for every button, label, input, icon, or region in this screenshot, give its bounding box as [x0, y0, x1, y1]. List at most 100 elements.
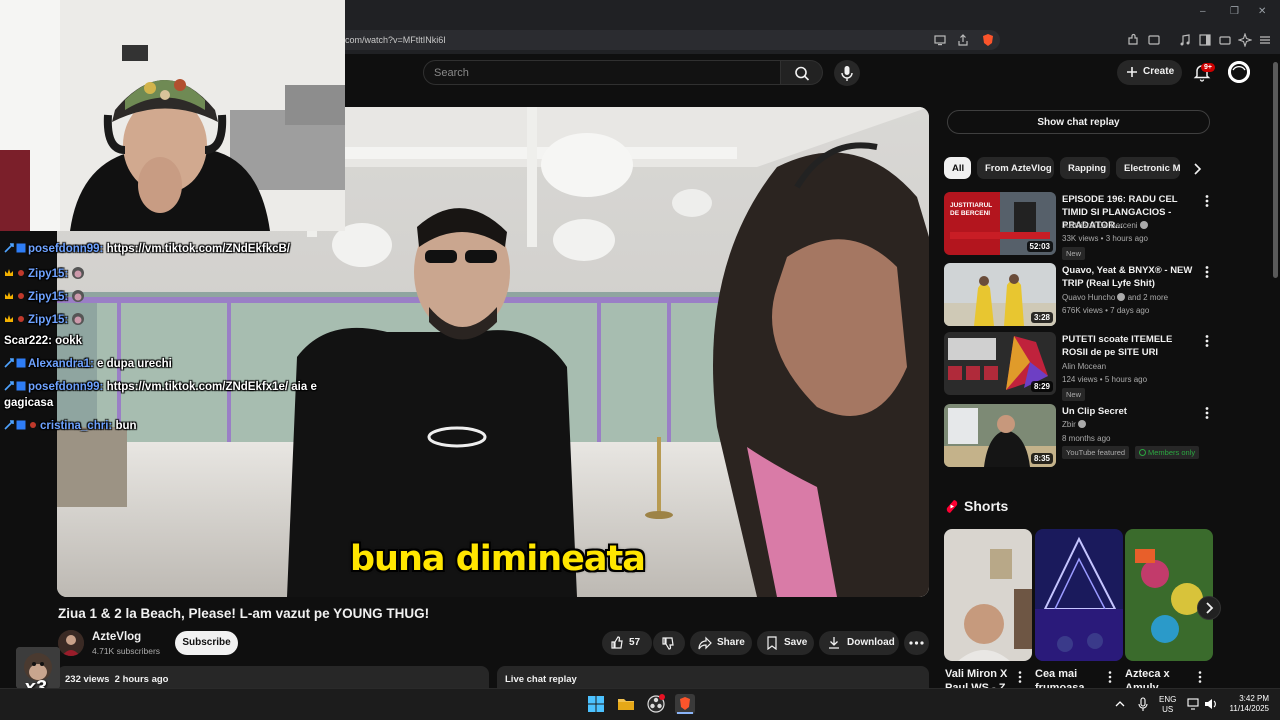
more-vertical-icon[interactable] — [1202, 265, 1212, 279]
more-actions-button[interactable] — [904, 631, 929, 655]
recommendation-item[interactable]: 8:35 Un Clip Secret Zbir 8 months ago Yo… — [944, 404, 1214, 468]
wallet-icon[interactable] — [1147, 33, 1161, 47]
recommendation-item[interactable]: JUSTITIARUL DE BERCENI 52:03 EPISODE 196… — [944, 192, 1214, 260]
account-avatar[interactable] — [1228, 61, 1250, 83]
recommendation-channel[interactable]: Zbir — [1062, 420, 1086, 429]
restore-button[interactable]: ❐ — [1230, 6, 1239, 17]
recommendation-channel[interactable]: Justitiarul De Berceni — [1062, 221, 1148, 230]
network-icon[interactable] — [1186, 694, 1200, 714]
volume-icon[interactable] — [1203, 694, 1217, 714]
address-bar[interactable]: com/watch?v=MFtltINki6I — [335, 30, 1000, 50]
taskbar — [0, 688, 1280, 720]
short-title[interactable]: Cea mai frumoasa — [1035, 667, 1107, 689]
chat-username: Alexandra1: — [28, 358, 94, 370]
recommendation-title[interactable]: PUTETI scoate ITEMELE ROSII de pe SITE U… — [1062, 333, 1200, 359]
chat-line: Alexandra1: e dupa urechi — [4, 358, 172, 370]
chat-username: posefdonn99: — [28, 381, 104, 393]
chat-username: Zipy15: — [28, 314, 69, 326]
recommendation-item[interactable]: 8:29 PUTETI scoate ITEMELE ROSII de pe S… — [944, 332, 1214, 401]
chat-line: Scar222: ookk — [4, 335, 82, 347]
wallet-2-icon[interactable] — [1218, 33, 1232, 47]
video-thumbnail[interactable]: 3:28 — [944, 263, 1056, 326]
monkey-emote-icon — [72, 267, 85, 279]
chevron-right-icon[interactable] — [1190, 162, 1204, 176]
recommendation-title[interactable]: Quavo, Yeat & BNYX® - NEW TRIP (Real Lyf… — [1062, 264, 1200, 290]
subscriber-count: 4.71K subscribers — [92, 646, 161, 656]
download-button[interactable]: Download — [819, 631, 899, 655]
like-button[interactable]: 57 — [602, 631, 652, 655]
crown-badge-icon — [5, 292, 13, 299]
microphone-tray-icon[interactable] — [1136, 694, 1150, 714]
short-item[interactable] — [1125, 529, 1213, 661]
extensions-icon[interactable] — [1126, 33, 1140, 47]
clock-time: 3:42 PM — [1239, 694, 1269, 703]
chip-all[interactable]: All — [944, 157, 971, 179]
chat-line: posefdonn99: https://vm.tiktok.com/ZNdEk… — [4, 381, 317, 393]
close-window-button[interactable]: ✕ — [1258, 6, 1266, 17]
video-title: Ziua 1 & 2 la Beach, Please! L-am vazut … — [58, 606, 430, 621]
chevron-up-icon[interactable] — [1113, 694, 1127, 714]
brave-browser-icon[interactable] — [675, 694, 695, 714]
sidebar-toggle-icon[interactable] — [1198, 33, 1212, 47]
minimize-button[interactable]: – — [1200, 6, 1206, 17]
channel-avatar[interactable] — [58, 630, 84, 656]
share-page-icon[interactable] — [956, 33, 970, 47]
search-placeholder: Search — [434, 67, 469, 79]
new-badge: New — [1062, 247, 1086, 260]
windows-start-icon[interactable] — [586, 694, 606, 714]
short-item[interactable] — [1035, 529, 1123, 661]
search-button[interactable] — [781, 60, 823, 85]
menu-icon[interactable] — [1258, 33, 1272, 47]
more-vertical-icon[interactable] — [1016, 670, 1024, 684]
subscribe-button[interactable]: Subscribe — [175, 631, 238, 655]
short-title[interactable]: Azteca x Amuly — [1125, 667, 1197, 689]
recommendation-channel[interactable]: Alin Mocean — [1062, 362, 1106, 371]
chat-line: Zipy15: — [4, 289, 87, 303]
video-thumbnail[interactable]: 8:35 — [944, 404, 1056, 467]
recommendation-channel[interactable]: Quavo Huncho and 2 more — [1062, 293, 1168, 302]
more-vertical-icon[interactable] — [1202, 334, 1212, 348]
save-button[interactable]: Save — [757, 631, 814, 655]
video-thumbnail[interactable]: JUSTITIARUL DE BERCENI 52:03 — [944, 192, 1056, 255]
channel-name[interactable]: AzteVlog — [92, 631, 141, 643]
share-button[interactable]: Share — [690, 631, 752, 655]
file-explorer-icon[interactable] — [616, 694, 636, 714]
more-vertical-icon[interactable] — [1202, 194, 1212, 208]
chip-rapping[interactable]: Rapping — [1060, 157, 1110, 179]
rose-badge-icon — [18, 293, 24, 299]
channel-avatar-image — [58, 630, 84, 656]
more-vertical-icon[interactable] — [1196, 670, 1204, 684]
music-icon[interactable] — [1178, 33, 1192, 47]
sword-badge-icon — [4, 420, 14, 430]
more-vertical-icon[interactable] — [1106, 670, 1114, 684]
short-item[interactable] — [944, 529, 1032, 661]
system-clock[interactable]: 3:42 PM 11/14/2025 — [1225, 694, 1269, 714]
search-input[interactable]: Search — [423, 60, 781, 85]
show-chat-replay-button[interactable]: Show chat replay — [947, 110, 1210, 134]
language-indicator[interactable]: ENG US — [1159, 695, 1176, 715]
recommendation-item[interactable]: 3:28 Quavo, Yeat & BNYX® - NEW TRIP (Rea… — [944, 263, 1214, 327]
bookmark-icon — [767, 636, 777, 650]
more-vertical-icon[interactable] — [1202, 406, 1212, 420]
dislike-button[interactable] — [653, 631, 685, 655]
shorts-heading-text: Shorts — [964, 498, 1009, 514]
chip-electronic[interactable]: Electronic M — [1116, 157, 1180, 179]
language-text: ENG — [1159, 695, 1177, 704]
leo-ai-icon[interactable] — [1238, 33, 1252, 47]
chat-username: cristina_chri: — [40, 420, 113, 432]
recommendation-title[interactable]: Un Clip Secret — [1062, 405, 1200, 418]
voice-search-button[interactable] — [834, 60, 860, 86]
rose-badge-icon — [18, 270, 24, 276]
chip-from-aztevlog[interactable]: From AzteVlog — [977, 157, 1054, 179]
obs-icon[interactable] — [646, 694, 666, 714]
brave-shields-icon[interactable] — [981, 33, 995, 47]
views-and-date: 232 views 2 hours ago — [65, 674, 169, 685]
scrollbar-thumb[interactable] — [1273, 62, 1278, 278]
shorts-next-button[interactable] — [1197, 596, 1221, 620]
recommendation-meta: 124 views • 5 hours ago — [1062, 375, 1148, 384]
short-title[interactable]: Vali Miron X Paul WS - Z — [945, 667, 1017, 689]
create-button[interactable]: Create — [1117, 60, 1182, 85]
cast-icon[interactable] — [933, 33, 947, 47]
video-thumbnail[interactable]: 8:29 — [944, 332, 1056, 395]
youtube-featured-badge: YouTube featured — [1062, 446, 1130, 459]
